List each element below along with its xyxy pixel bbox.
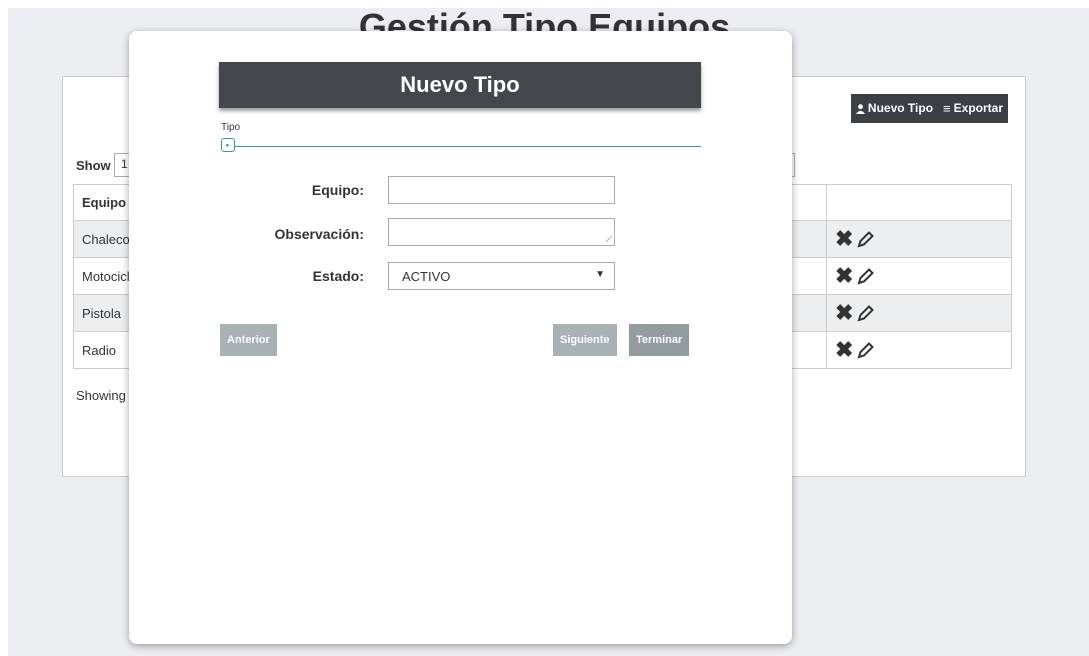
delete-icon[interactable]: ✖ (835, 265, 853, 287)
page-size-value: 1 (121, 157, 128, 171)
cell-actions: ✖ (826, 331, 1012, 369)
export-button[interactable]: ≡ Exportar (938, 94, 1008, 123)
header-actions (826, 184, 1012, 221)
observacion-textarea[interactable]: ⟋ (388, 218, 615, 246)
equipo-label: Equipo: (311, 182, 364, 198)
cell-actions: ✖ (826, 220, 1012, 258)
edit-icon[interactable] (857, 267, 875, 285)
new-type-button[interactable]: Nuevo Tipo (850, 94, 939, 123)
edit-icon[interactable] (857, 304, 875, 322)
observacion-label: Observación: (274, 226, 364, 242)
resize-grip-icon[interactable]: ⟋ (606, 235, 612, 244)
user-icon (855, 103, 865, 114)
estado-value: ACTIVO (402, 269, 451, 284)
estado-label: Estado: (312, 268, 364, 284)
toolbar: Nuevo Tipo ≡ Exportar (850, 94, 1008, 123)
list-icon: ≡ (943, 101, 951, 116)
cell-actions: ✖ (826, 294, 1012, 332)
next-button[interactable]: Siguiente (553, 324, 617, 356)
equipo-input[interactable] (388, 176, 615, 204)
cell-actions: ✖ (826, 257, 1012, 295)
previous-button[interactable]: Anterior (220, 324, 277, 356)
edit-icon[interactable] (857, 341, 875, 359)
step-progress-line (233, 146, 701, 147)
dropdown-arrow-icon: ▼ (595, 269, 605, 280)
showing-info: Showing (76, 388, 126, 403)
delete-icon[interactable]: ✖ (835, 228, 853, 250)
edit-icon[interactable] (857, 230, 875, 248)
step-indicator[interactable]: ▸ (221, 138, 235, 152)
delete-icon[interactable]: ✖ (835, 339, 853, 361)
modal-title: Nuevo Tipo (219, 62, 701, 108)
new-type-modal: Nuevo Tipo Tipo ▸ Equipo: Observación: ⟋… (129, 31, 792, 644)
delete-icon[interactable]: ✖ (835, 302, 853, 324)
estado-select[interactable]: ACTIVO ▼ (388, 262, 615, 290)
finish-button[interactable]: Terminar (629, 324, 690, 356)
new-type-label: Nuevo Tipo (867, 101, 934, 115)
show-label: Show (76, 158, 111, 173)
export-label: Exportar (953, 101, 1003, 115)
play-icon: ▸ (226, 142, 230, 149)
step-label: Tipo (221, 122, 241, 133)
